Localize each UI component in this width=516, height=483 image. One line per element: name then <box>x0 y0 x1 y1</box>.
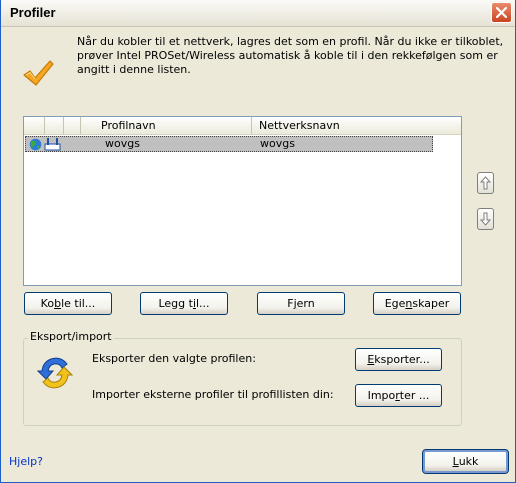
column-header-status[interactable] <box>24 117 45 134</box>
adapter-icon <box>44 137 61 155</box>
column-header-profile-name[interactable]: Profilnavn <box>81 117 252 134</box>
column-header-network-name[interactable]: Nettverksnavn <box>252 117 461 134</box>
add-button-label-end: l... <box>196 297 210 310</box>
checkmark-icon <box>21 58 55 91</box>
import-button[interactable]: Impo r ter ... <box>355 384 442 407</box>
list-header: Profilnavn Nettverksnavn <box>24 117 461 135</box>
export-description: Eksporter den valgte profilen: <box>92 352 256 365</box>
close-window-button[interactable] <box>491 2 512 23</box>
properties-button-label-end: skaper <box>412 297 450 310</box>
globe-icon <box>29 138 42 155</box>
profiles-dialog: Profiler Når du kobler til et nettverk, … <box>0 0 516 483</box>
connect-button-hotkey: b <box>54 297 62 310</box>
intro-text: Når du kobler til et nettverk, lagres de… <box>77 35 504 76</box>
properties-button[interactable]: Ege n skaper <box>373 292 461 315</box>
arrow-down-icon <box>480 212 491 226</box>
export-button-hotkey: E <box>367 353 375 366</box>
close-button[interactable]: Lukk <box>422 449 509 474</box>
connect-button-label-end: le til... <box>61 297 96 310</box>
close-button-label-end: ukk <box>458 455 479 468</box>
add-button[interactable]: Legg t i l... <box>140 292 228 315</box>
properties-button-hotkey: n <box>405 297 413 310</box>
remove-button[interactable]: Fj ern <box>257 292 345 315</box>
export-button[interactable]: Eksporter... <box>355 348 442 371</box>
properties-button-label: Ege <box>384 297 406 310</box>
export-import-label: Eksport/import <box>28 330 114 343</box>
connect-button[interactable]: Ko b le til... <box>24 292 112 315</box>
export-import-icon <box>36 354 74 395</box>
export-button-label-end: ksporter... <box>374 353 430 366</box>
add-button-label: Legg t <box>158 297 193 310</box>
remove-button-label-end: ern <box>296 297 315 310</box>
profile-name-cell: wovgs <box>105 137 140 150</box>
title-bar[interactable]: Profiler <box>1 0 515 27</box>
import-description: Importer eksterne profiler til profillis… <box>92 388 334 401</box>
close-icon <box>495 6 508 19</box>
table-row[interactable]: wovgs wovgs <box>25 136 433 152</box>
help-link[interactable]: Hjelp? <box>9 455 43 468</box>
import-button-label: Impo <box>367 389 396 402</box>
move-down-button[interactable] <box>477 208 494 230</box>
window-title: Profiler <box>10 5 56 20</box>
arrow-up-icon <box>480 176 491 190</box>
connect-button-label: Ko <box>40 297 55 310</box>
network-name-cell: wovgs <box>260 137 295 150</box>
import-button-label-end: ter ... <box>399 389 430 402</box>
move-up-button[interactable] <box>477 172 494 194</box>
profile-list[interactable]: Profilnavn Nettverksnavn wovgs wovgs <box>23 116 462 286</box>
column-header-security[interactable] <box>64 117 81 134</box>
column-header-type[interactable] <box>45 117 64 134</box>
